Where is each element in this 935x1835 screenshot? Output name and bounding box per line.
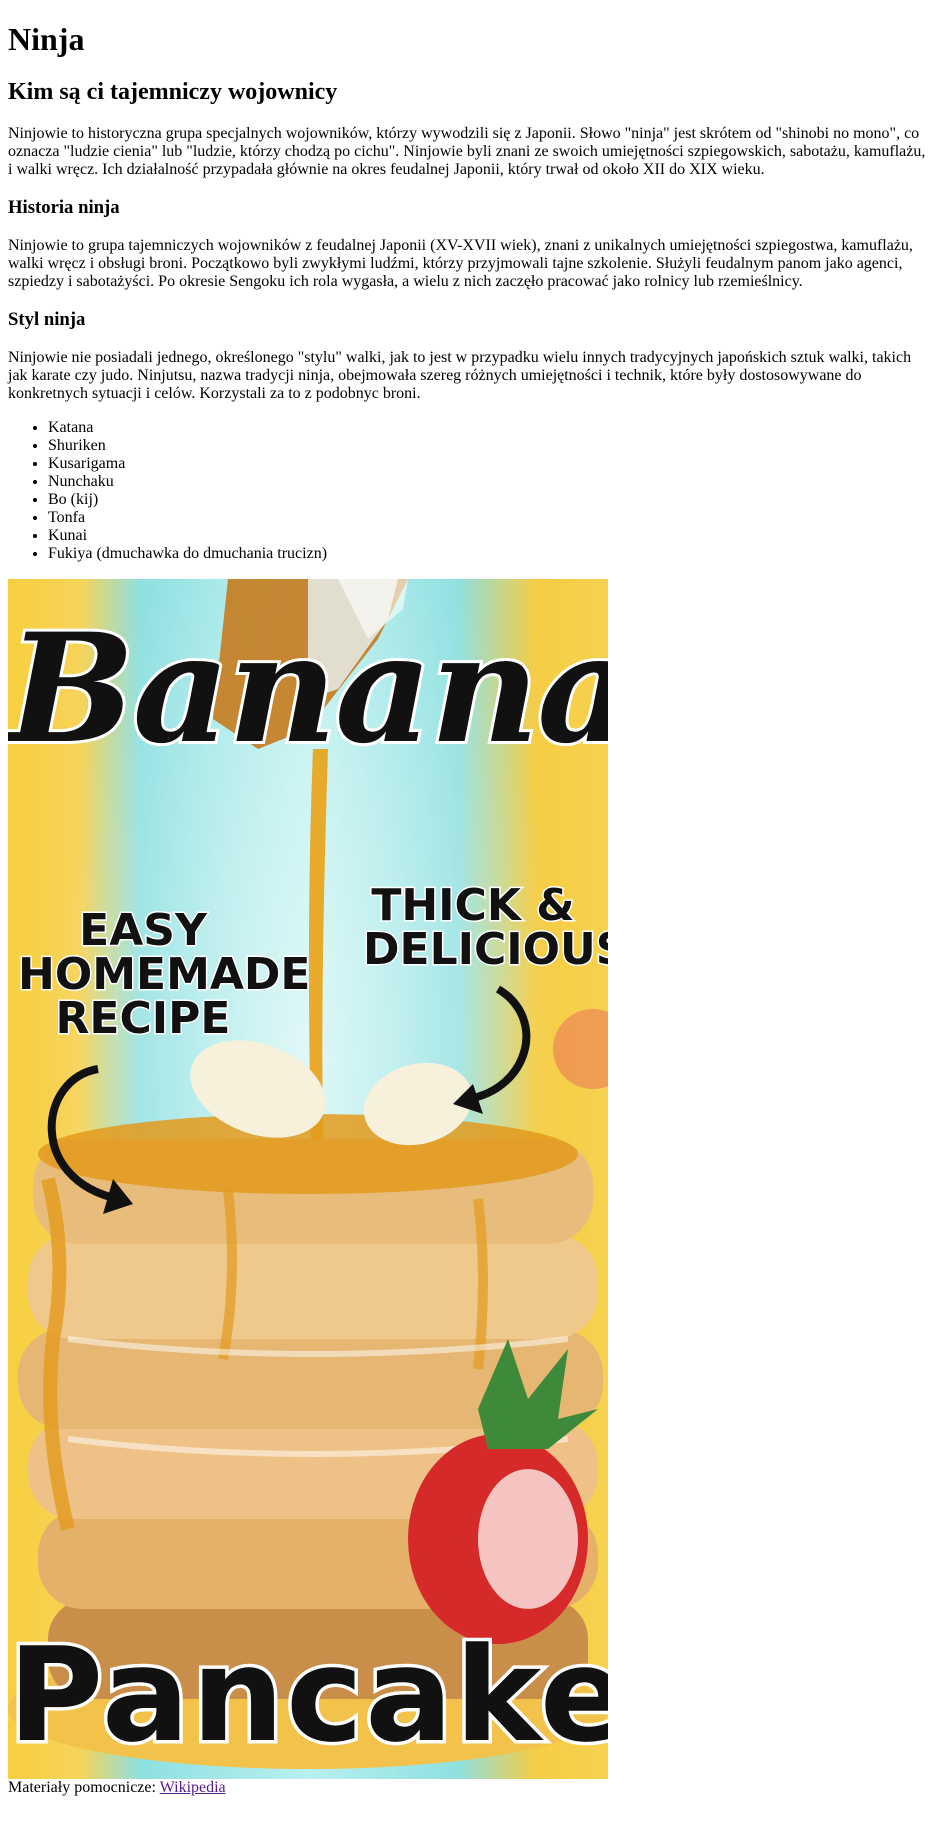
wikipedia-link[interactable]: Wikipedia — [160, 1779, 226, 1796]
sources-prefix: Materiały pomocnicze: — [8, 1779, 160, 1796]
list-item: Bo (kij) — [48, 491, 927, 509]
poster-title-bottom: Pancakes — [8, 1619, 608, 1771]
sources-line: Materiały pomocnicze: Wikipedia — [8, 1779, 927, 1797]
intro-paragraph: Ninjowie to historyczna grupa specjalnyc… — [8, 125, 926, 178]
list-item: Tonfa — [48, 509, 927, 527]
style-paragraph: Ninjowie nie posiadali jednego, określon… — [8, 349, 912, 402]
poster-callout-right: Thick & Delicious — [362, 880, 609, 975]
strawberry-blur — [553, 1009, 608, 1089]
history-heading: Historia ninja — [8, 197, 120, 218]
list-item: Kusarigama — [48, 455, 927, 473]
list-item: Kunai — [48, 527, 927, 545]
poster-title-top: Banana — [8, 598, 608, 780]
list-item: Katana — [48, 419, 927, 437]
list-item: Fukiya (dmuchawka do dmuchania trucizn) — [48, 545, 927, 563]
arrow-right — [467, 985, 531, 1103]
page-title: Ninja — [8, 21, 85, 57]
article: Ninja Kim są ci tajemniczy wojownicy Nin… — [0, 21, 935, 1797]
style-heading: Styl ninja — [8, 309, 86, 330]
history-paragraph: Ninjowie to grupa tajemniczych wojownikó… — [8, 237, 913, 290]
weapons-list: Katana Shuriken Kusarigama Nunchaku Bo (… — [8, 419, 927, 563]
poster-callout-left: Easy Homemade Recipe — [17, 905, 313, 1044]
pancakes-poster-image: Banana Easy Homemade Recipe Thick & Deli… — [8, 579, 608, 1779]
list-item: Shuriken — [48, 437, 927, 455]
page-subtitle: Kim są ci tajemniczy wojownicy — [8, 79, 338, 105]
list-item: Nunchaku — [48, 473, 927, 491]
